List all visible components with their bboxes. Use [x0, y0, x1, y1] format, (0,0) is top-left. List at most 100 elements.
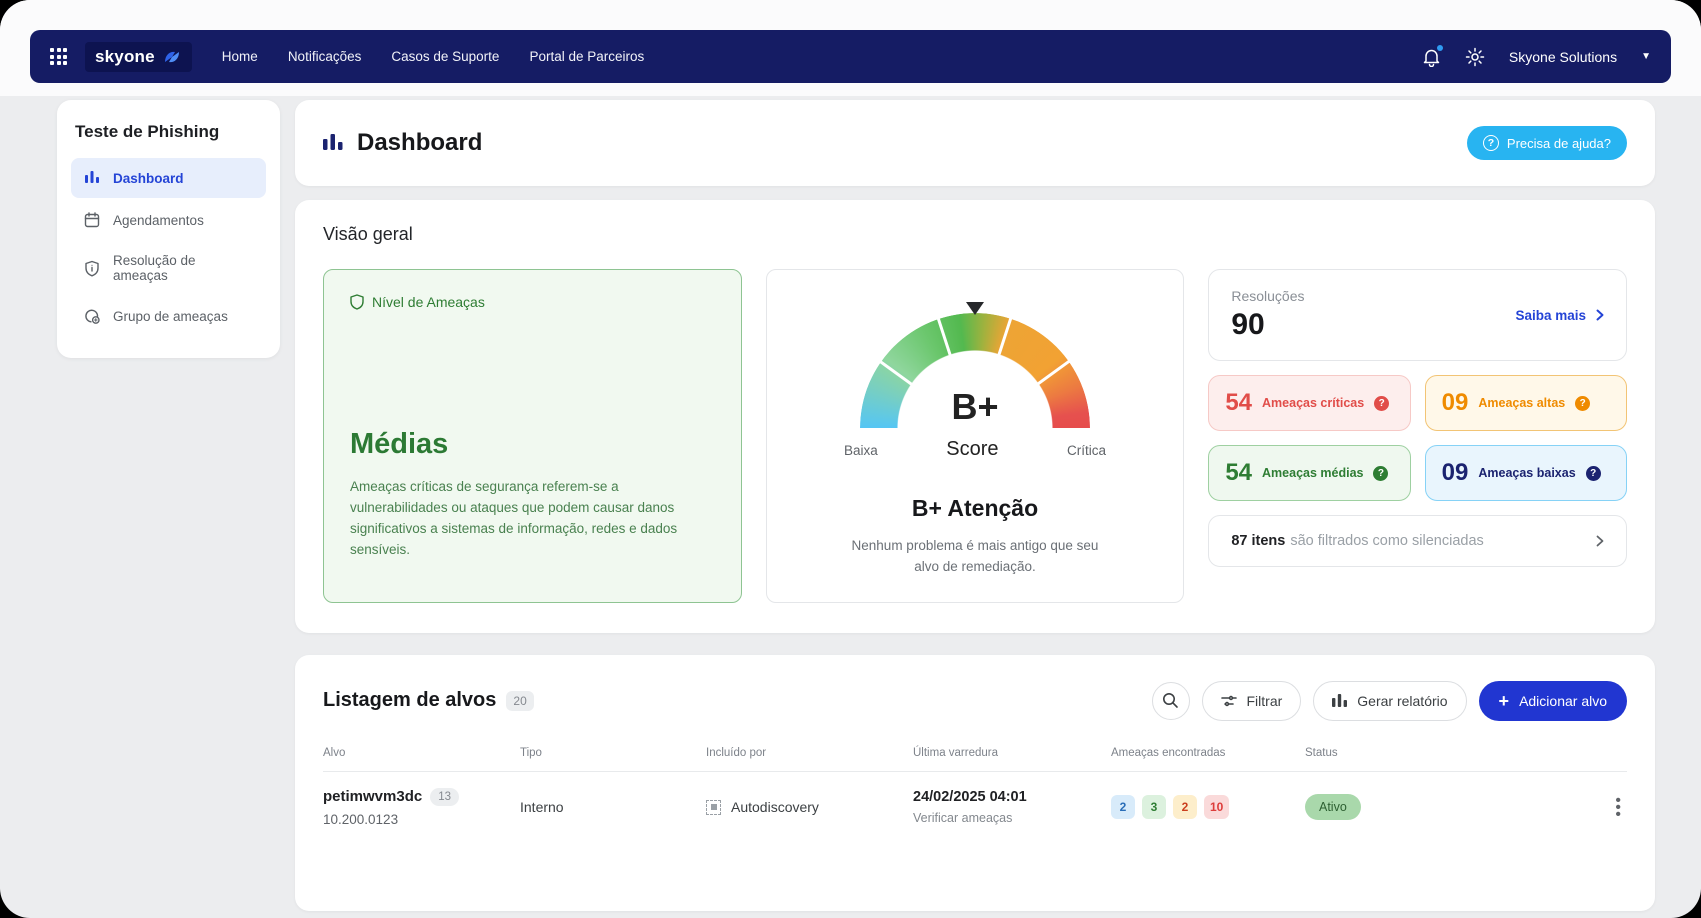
score-value: B+	[860, 386, 1090, 428]
sidebar-item-grupo-de-ameacas[interactable]: Grupo de ameaças	[71, 296, 266, 336]
bar-chart-icon	[83, 169, 101, 187]
sidebar-item-label: Resolução de ameaças	[113, 253, 254, 283]
search-button[interactable]	[1152, 682, 1190, 720]
question-badge-icon[interactable]: ?	[1374, 396, 1389, 411]
included-by: Autodiscovery	[731, 799, 819, 815]
app-grid-icon[interactable]	[50, 48, 67, 65]
status-badge: Ativo	[1305, 794, 1361, 820]
sidebar-item-label: Grupo de ameaças	[113, 309, 228, 324]
low-count: 09	[1442, 459, 1469, 487]
question-badge-icon[interactable]: ?	[1373, 466, 1388, 481]
chevron-right-icon	[1596, 535, 1604, 547]
help-button-label: Precisa de ajuda?	[1507, 136, 1611, 151]
sidebar-item-resolucao-de-ameacas[interactable]: Resolução de ameaças	[71, 242, 266, 294]
threat-level-description: Ameaças críticas de segurança referem-se…	[350, 477, 715, 561]
column-header-status: Status	[1305, 747, 1483, 771]
nav-link-home[interactable]: Home	[222, 49, 258, 64]
sidebar: Teste de Phishing Dashboard Agendamentos…	[57, 100, 280, 358]
medium-count: 54	[1225, 459, 1252, 487]
target-name: petimwvm3dc	[323, 788, 422, 805]
filter-button-label: Filtrar	[1247, 693, 1283, 709]
table-row[interactable]: petimwvm3dc 13 10.200.0123 Interno Autod…	[323, 772, 1627, 827]
threats-found-chips: 2 3 2 10	[1111, 795, 1305, 819]
sidebar-item-agendamentos[interactable]: Agendamentos	[71, 200, 266, 240]
targets-title: Listagem de alvos	[323, 689, 496, 712]
high-label: Ameaças altas	[1478, 396, 1565, 410]
shield-group-icon	[83, 307, 101, 325]
scan-note: Verificar ameaças	[913, 811, 1111, 825]
sidebar-item-dashboard[interactable]: Dashboard	[71, 158, 266, 198]
critical-label: Ameaças críticas	[1262, 396, 1364, 410]
nav-link-notificacoes[interactable]: Notificações	[288, 49, 362, 64]
help-button[interactable]: ? Precisa de ajuda?	[1467, 126, 1627, 160]
target-count-badge: 13	[430, 788, 459, 806]
low-threats-pill[interactable]: 09 Ameaças baixas ?	[1425, 445, 1627, 501]
logo-swirl-icon	[162, 49, 182, 65]
overview-title: Visão geral	[323, 224, 1627, 245]
notification-dot	[1437, 45, 1443, 51]
add-target-button[interactable]: + Adicionar alvo	[1479, 681, 1627, 721]
row-menu-button[interactable]: •••	[1609, 797, 1627, 819]
targets-section: Listagem de alvos 20 Filtrar Gerar relat…	[295, 655, 1655, 911]
critical-count: 54	[1225, 389, 1252, 417]
account-name[interactable]: Skyone Solutions	[1509, 49, 1617, 65]
muted-count: 87 itens	[1231, 533, 1285, 549]
report-chart-icon	[1332, 694, 1347, 708]
settings-gear-icon[interactable]	[1465, 47, 1485, 67]
shield-info-icon	[83, 259, 101, 277]
question-badge-icon[interactable]: ?	[1575, 396, 1590, 411]
question-badge-icon[interactable]: ?	[1586, 466, 1601, 481]
column-header-ultima-varredura: Última varredura	[913, 747, 1111, 771]
notifications-bell-icon[interactable]	[1422, 47, 1441, 67]
score-note: Nenhum problema é mais antigo que seu al…	[845, 536, 1105, 578]
score-status: B+ Atenção	[787, 495, 1164, 522]
last-scan-date: 24/02/2025 04:01	[913, 789, 1111, 805]
learn-more-link[interactable]: Saiba mais	[1515, 308, 1604, 323]
column-header-tipo: Tipo	[520, 747, 706, 771]
account-caret-icon[interactable]: ▼	[1641, 51, 1651, 62]
column-header-alvo: Alvo	[323, 747, 520, 771]
dashboard-bar-chart-icon	[323, 134, 343, 152]
autodiscovery-icon	[706, 800, 721, 815]
overview-section: Visão geral Nível de Ameaças Médias Amea…	[295, 200, 1655, 633]
column-header-ameacas-encontradas: Ameaças encontradas	[1111, 747, 1305, 771]
nav-link-portal-de-parceiros[interactable]: Portal de Parceiros	[529, 49, 644, 64]
target-type: Interno	[520, 799, 706, 815]
generate-report-button[interactable]: Gerar relatório	[1313, 681, 1466, 721]
threat-chip-critical: 10	[1204, 795, 1229, 819]
score-gauge: B+	[860, 308, 1090, 428]
targets-count-badge: 20	[506, 691, 533, 711]
score-card: B+ Baixa Score Crítica B+ Atenção Nenhum…	[766, 269, 1185, 603]
muted-text: são filtrados como silenciadas	[1290, 533, 1483, 549]
resolutions-card: Resoluções 90 Saiba mais	[1208, 269, 1627, 361]
gauge-label-score: Score	[946, 438, 998, 461]
sidebar-item-label: Dashboard	[113, 171, 184, 186]
sidebar-title: Teste de Phishing	[75, 122, 262, 142]
targets-table: Alvo Tipo Incluído por Última varredura …	[323, 747, 1627, 827]
gauge-pointer-icon	[966, 302, 984, 315]
sidebar-item-label: Agendamentos	[113, 213, 204, 228]
threat-level-value: Médias	[350, 428, 715, 461]
nav-link-casos-de-suporte[interactable]: Casos de Suporte	[391, 49, 499, 64]
critical-threats-pill[interactable]: 54 Ameaças críticas ?	[1208, 375, 1410, 431]
app-window: skyone Home Notificações Casos de Suport…	[0, 0, 1701, 918]
resolutions-label: Resoluções	[1231, 288, 1304, 304]
threat-level-label: Nível de Ameaças	[372, 294, 485, 310]
skyone-logo[interactable]: skyone	[85, 42, 192, 72]
threat-level-card: Nível de Ameaças Médias Ameaças críticas…	[323, 269, 742, 603]
gauge-label-critical: Crítica	[1067, 443, 1106, 458]
filter-button[interactable]: Filtrar	[1202, 681, 1302, 721]
medium-label: Ameaças médias	[1262, 466, 1363, 480]
high-count: 09	[1442, 389, 1469, 417]
logo-text: skyone	[95, 47, 155, 67]
learn-more-label: Saiba mais	[1515, 308, 1586, 323]
filter-icon	[1221, 695, 1237, 707]
add-target-label: Adicionar alvo	[1519, 693, 1607, 709]
high-threats-pill[interactable]: 09 Ameaças altas ?	[1425, 375, 1627, 431]
threat-chip-medium: 3	[1142, 795, 1166, 819]
chevron-right-icon	[1596, 309, 1604, 321]
threat-chip-high: 2	[1173, 795, 1197, 819]
threat-chip-low: 2	[1111, 795, 1135, 819]
muted-items-row[interactable]: 87 itens são filtrados como silenciadas	[1208, 515, 1627, 567]
medium-threats-pill[interactable]: 54 Ameaças médias ?	[1208, 445, 1410, 501]
